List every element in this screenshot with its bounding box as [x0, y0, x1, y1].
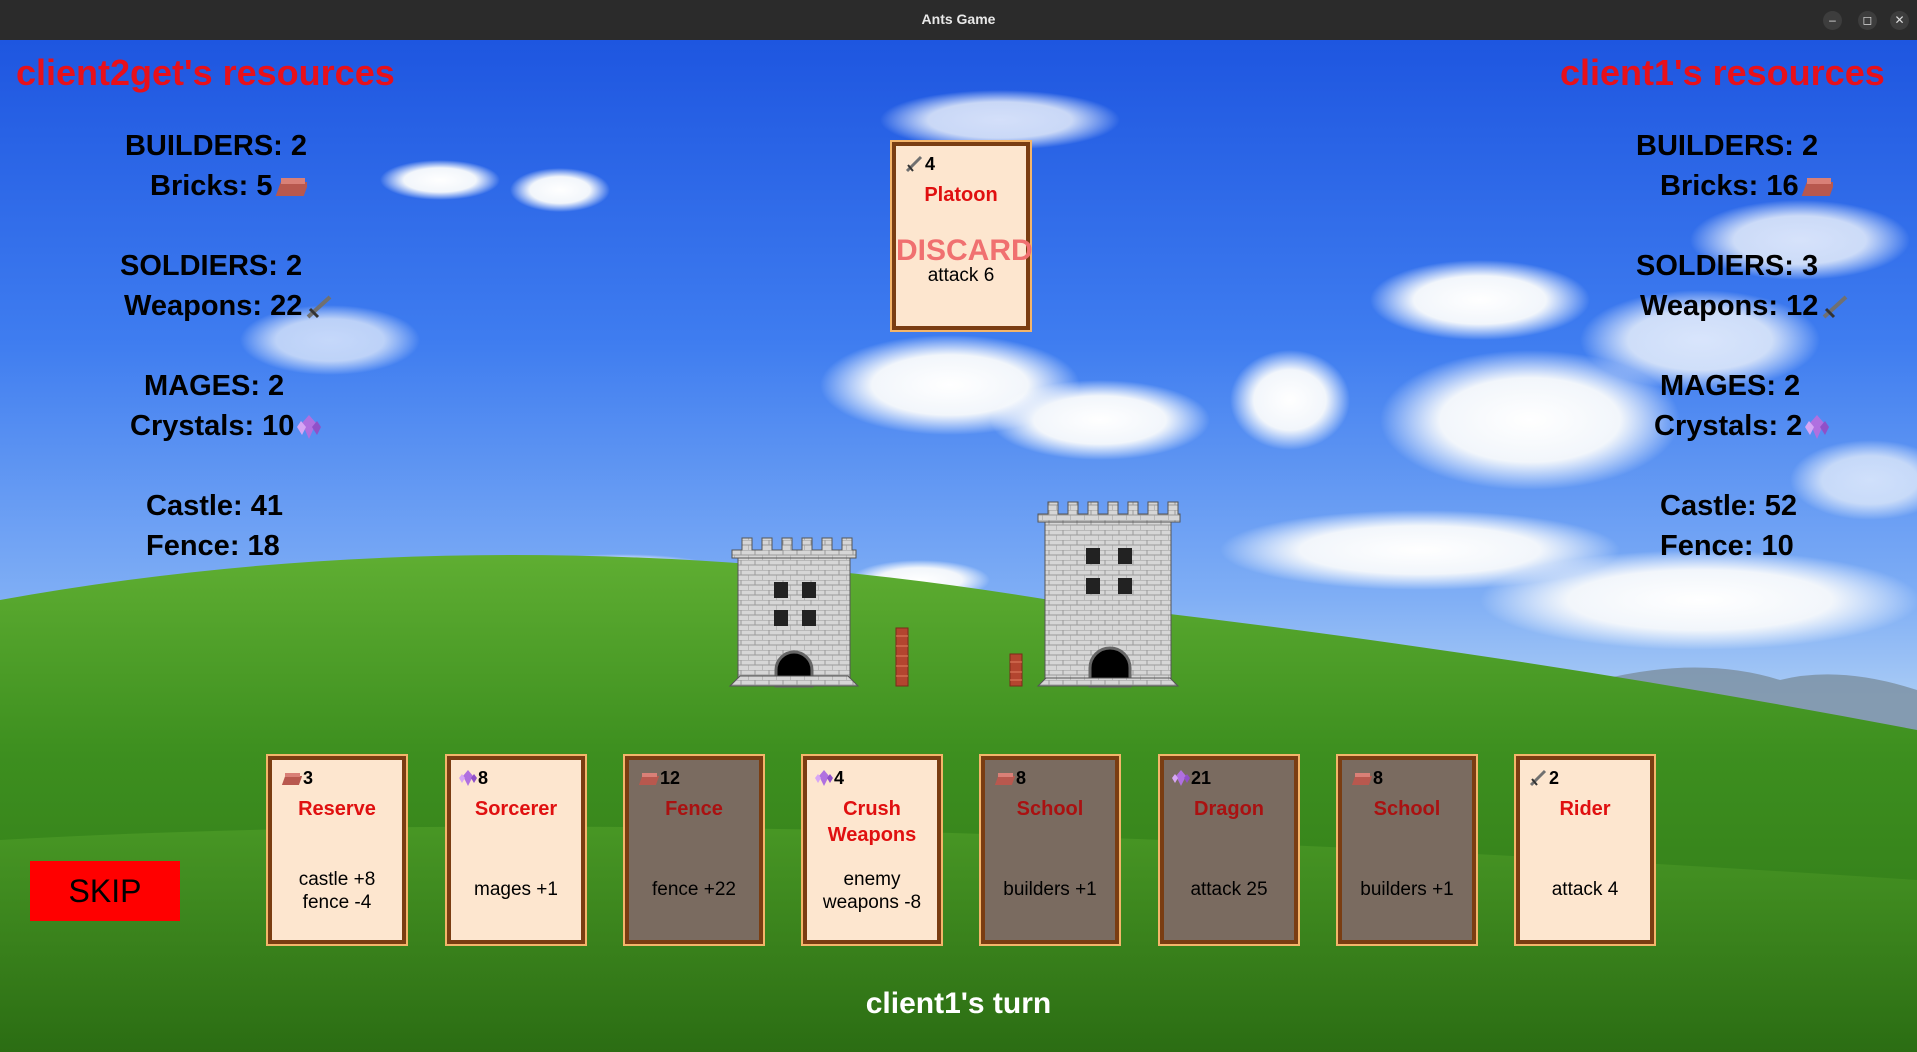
- card-effect: enemy weapons -8: [822, 869, 922, 913]
- brick-icon: [638, 773, 660, 785]
- crystal-icon: [1805, 415, 1830, 440]
- right-soldiers: SOLDIERS: 3: [1636, 250, 1819, 282]
- card-name: Dragon: [1194, 798, 1264, 820]
- left-weapons: Weapons: 22: [124, 290, 334, 323]
- discard-label: DISCARD: [896, 234, 1033, 267]
- left-fence-wall: [895, 627, 909, 687]
- card-cost: 4: [904, 154, 935, 175]
- card-effect: attack 4: [1551, 879, 1619, 900]
- window-titlebar: Ants Game – ◻ ✕: [0, 0, 1917, 41]
- right-resources-title: client1's resources: [1560, 52, 1885, 93]
- left-castle: Castle: 41: [146, 490, 284, 522]
- card-name: Crush Weapons: [827, 798, 917, 846]
- crystal-icon: [1172, 770, 1190, 786]
- right-builders: BUILDERS: 2: [1636, 130, 1819, 162]
- card-cost: 2: [1528, 768, 1559, 789]
- sword-icon: [307, 295, 332, 319]
- sword-icon: [1529, 769, 1547, 787]
- card-name: School: [1373, 798, 1441, 820]
- sword-icon: [1823, 295, 1848, 319]
- card-name: Platoon: [924, 184, 998, 206]
- card-cost: 8: [459, 768, 488, 789]
- card-effect: attack 6: [927, 265, 995, 286]
- left-fence: Fence: 18: [146, 530, 280, 562]
- discarded-card: 4 Platoon DISCARD attack 6: [892, 142, 1033, 330]
- crystal-icon: [459, 770, 477, 786]
- close-icon[interactable]: ✕: [1890, 11, 1909, 30]
- card-effect: attack 25: [1190, 879, 1268, 900]
- card-effect: fence +22: [652, 879, 736, 900]
- card-name: Sorcerer: [474, 798, 558, 820]
- brick-icon: [1801, 178, 1833, 197]
- left-crystals: Crystals: 10: [130, 410, 322, 443]
- right-castle: Castle: 52: [1660, 490, 1798, 522]
- right-crystals: Crystals: 2: [1654, 410, 1830, 443]
- hand-card-4[interactable]: 4 Crush Weapons enemy weapons -8: [803, 756, 941, 944]
- brick-icon: [275, 178, 307, 197]
- right-fence-wall: [1009, 653, 1023, 687]
- card-cost: 8: [1350, 768, 1383, 789]
- card-effect: castle +8 fence -4: [298, 869, 376, 913]
- card-cost: 8: [993, 768, 1026, 789]
- skip-button[interactable]: SKIP: [30, 861, 180, 921]
- card-name: Fence: [665, 798, 723, 820]
- brick-icon: [1351, 773, 1373, 785]
- game-board: client2get's resources BUILDERS: 2 Brick…: [0, 40, 1917, 1052]
- right-castle-tower: [1036, 501, 1181, 688]
- left-resources-title: client2get's resources: [16, 52, 395, 93]
- right-weapons: Weapons: 12: [1640, 290, 1850, 323]
- hand-card-1[interactable]: 3 Reserve castle +8 fence -4: [268, 756, 406, 944]
- sword-icon: [905, 155, 923, 173]
- turn-indicator: client1's turn: [865, 987, 1052, 1020]
- hand-card-2[interactable]: 8 Sorcerer mages +1: [447, 756, 585, 944]
- card-effect: builders +1: [1003, 879, 1097, 900]
- card-effect: mages +1: [474, 879, 558, 900]
- castles-scene: [728, 501, 1181, 688]
- brick-icon: [281, 773, 303, 785]
- hand-card-8[interactable]: 2 Rider attack 4: [1516, 756, 1654, 944]
- right-fence: Fence: 10: [1660, 530, 1794, 562]
- card-name: Rider: [1559, 798, 1611, 820]
- window-title: Ants Game: [921, 11, 996, 27]
- left-castle-tower: [728, 537, 860, 688]
- right-mages: MAGES: 2: [1660, 370, 1801, 402]
- card-cost: 4: [815, 768, 844, 789]
- right-bricks: Bricks: 16: [1660, 170, 1833, 203]
- card-name: School: [1016, 798, 1084, 820]
- left-mages: MAGES: 2: [144, 370, 285, 402]
- card-effect: builders +1: [1360, 879, 1454, 900]
- maximize-icon[interactable]: ◻: [1858, 11, 1877, 30]
- left-bricks: Bricks: 5: [150, 170, 307, 203]
- card-name: Reserve: [298, 798, 376, 820]
- card-cost: 12: [637, 768, 680, 789]
- minimize-icon[interactable]: –: [1823, 11, 1842, 30]
- crystal-icon: [815, 770, 833, 786]
- hand-card-6[interactable]: 21 Dragon attack 25: [1160, 756, 1298, 944]
- hand-card-5[interactable]: 8 School builders +1: [981, 756, 1119, 944]
- left-soldiers: SOLDIERS: 2: [120, 250, 303, 282]
- crystal-icon: [297, 415, 322, 440]
- card-cost: 21: [1172, 768, 1211, 789]
- left-builders: BUILDERS: 2: [124, 130, 308, 162]
- hand-card-7[interactable]: 8 School builders +1: [1338, 756, 1476, 944]
- hand-card-3[interactable]: 12 Fence fence +22: [625, 756, 763, 944]
- brick-icon: [994, 773, 1016, 785]
- card-cost: 3: [280, 768, 313, 789]
